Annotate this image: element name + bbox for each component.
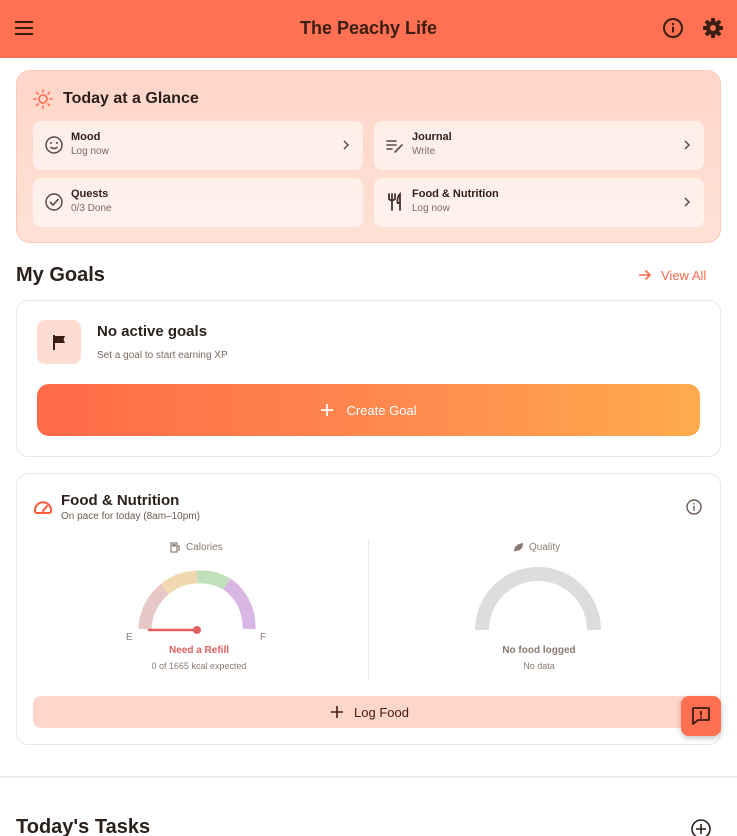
create-goal-label: Create Goal [346, 402, 417, 418]
todays-tasks-title: Today's Tasks [16, 816, 151, 836]
quests-label: Quests [71, 188, 109, 200]
food-tile-label: Food & Nutrition [412, 188, 499, 200]
feedback-icon [692, 707, 710, 725]
quality-gauge [475, 567, 601, 631]
flag-badge [37, 320, 81, 364]
gauge-pivot [193, 626, 201, 634]
quests-tile[interactable]: Quests 0/3 Done [33, 178, 363, 227]
info-button[interactable] [661, 16, 685, 40]
speedometer-icon [34, 501, 52, 514]
journal-label: Journal [412, 131, 452, 143]
create-goal-button[interactable]: Create Goal [37, 384, 700, 436]
quality-detail: No data [523, 661, 555, 671]
food-tile-sub: Log now [412, 203, 450, 214]
arrow-right-icon [639, 269, 652, 281]
calories-detail: 0 of 1665 kcal expected [151, 661, 247, 671]
food-nutrition-card: Food & Nutrition On pace for today (8am–… [16, 473, 721, 745]
sun-icon [33, 89, 53, 109]
quality-label-text: Quality [529, 542, 561, 553]
add-circle-icon[interactable] [690, 818, 712, 836]
log-food-button[interactable]: Log Food [33, 696, 706, 728]
mood-label: Mood [71, 131, 101, 143]
quality-label: Quality [513, 542, 560, 553]
quests-sub: 0/3 Done [71, 203, 112, 214]
food-nutrition-tile[interactable]: Food & Nutrition Log now [374, 178, 704, 227]
fuel-pump-icon [170, 542, 180, 553]
today-at-a-glance-card: Today at a Glance Mood Log now Journal W… [16, 70, 721, 243]
section-divider [0, 776, 737, 778]
flag-icon [53, 335, 65, 350]
chevron-right-icon [343, 140, 350, 150]
journal-tile[interactable]: Journal Write [374, 121, 704, 170]
view-all-label: View All [661, 267, 707, 283]
my-goals-title: My Goals [16, 264, 105, 286]
nutrition-title: Food & Nutrition [61, 492, 180, 509]
info-icon [663, 18, 683, 38]
leaf-icon [514, 543, 523, 552]
info-icon[interactable] [685, 498, 703, 516]
column-divider [368, 540, 369, 680]
no-goals-title: No active goals [97, 323, 208, 340]
chevron-right-icon [684, 140, 691, 150]
chevron-right-icon [684, 197, 691, 207]
gauge-full-mark: F [260, 632, 267, 643]
calories-label: Calories [170, 542, 223, 553]
utensils-icon [388, 192, 401, 211]
settings-button[interactable] [701, 16, 725, 40]
calories-label-text: Calories [186, 542, 223, 553]
edit-note-icon [386, 140, 403, 153]
plus-icon [321, 404, 334, 416]
quality-status: No food logged [502, 645, 576, 656]
journal-sub: Write [412, 146, 436, 157]
mood-tile[interactable]: Mood Log now [33, 121, 363, 170]
mood-sub: Log now [71, 146, 109, 157]
no-goals-sub: Set a goal to start earning XP [97, 350, 228, 361]
nutrition-subtitle: On pace for today (8am–10pm) [61, 511, 200, 522]
feedback-button[interactable] [681, 696, 721, 736]
gauge-empty-mark: E [126, 632, 133, 643]
view-all-link[interactable]: View All [638, 266, 706, 284]
app-title: The Peachy Life [299, 18, 438, 38]
smile-icon [45, 136, 63, 154]
app-bar: The Peachy Life [0, 0, 737, 58]
check-circle-icon [45, 193, 63, 211]
goals-card: No active goals Set a goal to start earn… [16, 300, 721, 457]
plus-icon [331, 706, 344, 718]
gear-icon [703, 18, 723, 38]
glance-header: Today at a Glance [33, 88, 199, 110]
log-food-label: Log Food [354, 704, 409, 720]
glance-title: Today at a Glance [63, 90, 199, 107]
calories-gauge [138, 570, 256, 634]
calories-status: Need a Refill [168, 645, 230, 656]
